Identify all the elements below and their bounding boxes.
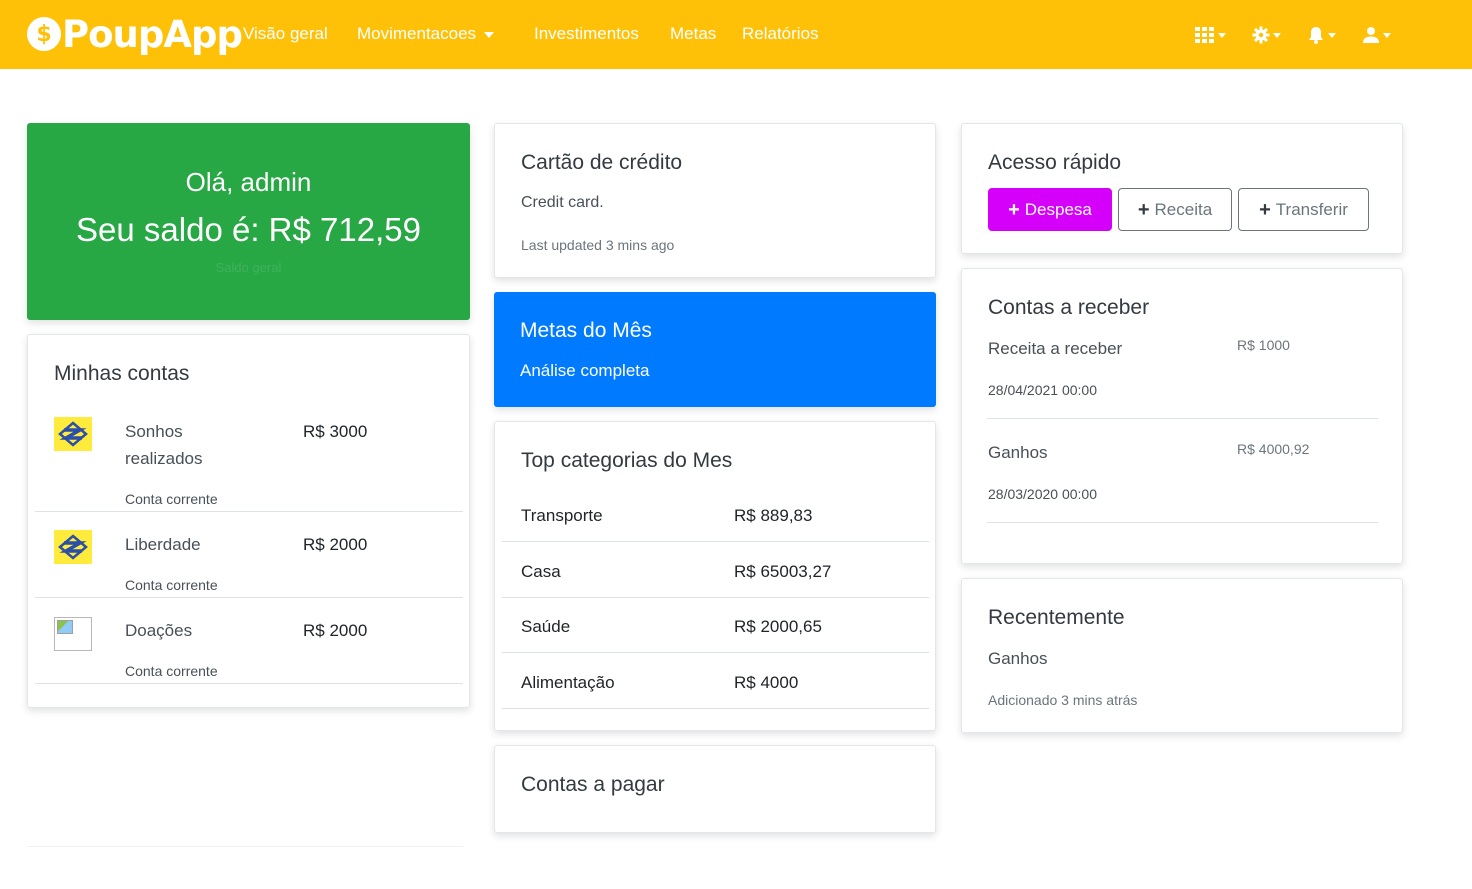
category-value: R$ 889,83 [734,506,813,525]
button-label: Transferir [1275,199,1348,219]
top-categories-title: Top categorias do Mes [521,449,733,472]
plus-icon: + [1008,198,1020,221]
category-name: Saúde [521,617,571,636]
credit-card-title: Cartão de crédito [521,151,683,174]
category-row[interactable]: Transporte R$ 889,83 [502,486,929,542]
category-name: Transporte [521,506,603,525]
broken-image-icon [54,617,92,651]
divider [987,522,1378,523]
receivables-card: Contas a receber Receita a receber R$ 10… [961,268,1403,564]
balance-subtitle: Saldo geral [215,260,282,275]
category-name: Casa [521,562,561,581]
account-value: R$ 2000 [303,621,368,640]
receivables-title: Contas a receber [988,296,1150,319]
chevron-down-icon [1273,32,1281,38]
add-income-button[interactable]: + Receita [1118,188,1232,231]
brand-logo[interactable]: $ PoupApp [27,10,243,58]
nav-link-investimentos[interactable]: Investimentos [534,24,639,44]
chevron-down-icon [484,31,495,38]
button-label: Despesa [1024,199,1092,219]
plus-icon: + [1137,198,1150,221]
receivable-date: 28/03/2020 00:00 [988,486,1097,502]
settings-menu-button[interactable] [1252,26,1281,44]
category-value: R$ 2000,65 [734,617,822,636]
category-row[interactable]: Alimentação R$ 4000 [502,653,929,709]
add-expense-button[interactable]: + Despesa [988,188,1112,231]
recent-card[interactable]: Recentemente Ganhos Adicionado 3 mins at… [961,578,1403,733]
credit-card-text: Credit card. [521,194,604,211]
category-value: R$ 4000 [734,673,799,692]
goals-card[interactable]: Metas do Mês Análise completa [494,292,936,407]
account-name: Doações [125,621,193,640]
credit-card-updated: Last updated 3 mins ago [521,237,675,253]
account-name: Liberdade [125,535,201,554]
quick-access-card: Acesso rápido + Despesa + Receita + Transfe… [961,123,1403,254]
chevron-down-icon [1328,32,1336,38]
category-name: Alimentação [521,673,615,692]
nav-link-movimentacoes[interactable]: Movimentacoes [357,24,495,44]
goals-title: Metas do Mês [520,319,652,342]
apps-grid-icon [1195,27,1214,43]
bell-icon [1309,27,1323,44]
receivable-name[interactable]: Ganhos [988,443,1048,463]
recent-added: Adicionado 3 mins atrás [988,692,1138,708]
brand-name: PoupApp [62,12,243,56]
category-row[interactable]: Casa R$ 65003,27 [502,542,929,598]
receivable-value: R$ 4000,92 [1237,441,1310,457]
user-menu-button[interactable] [1362,26,1391,44]
chevron-down-icon [1218,32,1226,38]
nav-link-visao-geral[interactable]: Visão geral [243,24,328,44]
goals-subtitle: Análise completa [520,361,650,380]
notifications-menu-button[interactable] [1307,26,1336,44]
dollar-coin-icon: $ [27,17,61,51]
category-row[interactable]: Saúde R$ 2000,65 [502,597,929,653]
gear-icon [1252,26,1270,44]
account-value: R$ 3000 [303,422,368,441]
bank-logo-icon [54,417,92,451]
receivable-date: 28/04/2021 00:00 [988,382,1097,398]
receivable-name[interactable]: Receita a receber [988,339,1122,359]
bank-logo-icon [54,530,92,564]
nav-link-relatorios[interactable]: Relatórios [742,24,819,44]
recent-item: Ganhos [988,649,1048,668]
account-name: Sonhos realizados [125,422,203,468]
account-type: Conta corrente [125,577,218,593]
account-type: Conta corrente [125,663,218,679]
accounts-title: Minhas contas [54,362,190,385]
top-navbar: $ PoupApp Visão geral Movimentacoes Inve… [0,0,1472,69]
chevron-down-icon [1383,32,1391,38]
balance-text: Seu saldo é: R$ 712,59 [76,211,421,248]
plus-icon: + [1259,198,1271,221]
nav-link-metas[interactable]: Metas [670,24,716,44]
quick-access-title: Acesso rápido [988,151,1122,174]
receivable-value: R$ 1000 [1237,337,1290,353]
button-label: Receita [1154,199,1213,219]
recent-title: Recentemente [988,606,1125,629]
transfer-button[interactable]: + Transferir [1238,188,1369,231]
credit-card-card[interactable]: Cartão de crédito Credit card. Last upda… [494,123,936,278]
account-row[interactable]: Sonhos realizados R$ 3000 Conta corrente [35,407,463,512]
greeting-text: Olá, admin [185,167,312,197]
divider [27,846,463,847]
user-icon [1363,27,1379,43]
divider [987,418,1378,419]
apps-menu-button[interactable] [1195,26,1226,44]
top-categories-card: Top categorias do Mes Transporte R$ 889,… [494,421,936,731]
accounts-card: Minhas contas Sonhos realizados R$ 3000 … [27,334,470,708]
account-row[interactable]: Doações R$ 2000 Conta corrente [35,598,463,684]
bills-to-pay-card[interactable]: Contas a pagar [494,745,936,833]
bills-to-pay-title: Contas a pagar [521,773,665,796]
account-value: R$ 2000 [303,535,368,554]
account-row[interactable]: Liberdade R$ 2000 Conta corrente [35,512,463,598]
nav-link-label: Movimentacoes [357,24,477,43]
balance-card: Olá, admin Seu saldo é: R$ 712,59 Saldo … [27,123,470,320]
category-value: R$ 65003,27 [734,562,832,581]
account-type: Conta corrente [125,491,218,507]
